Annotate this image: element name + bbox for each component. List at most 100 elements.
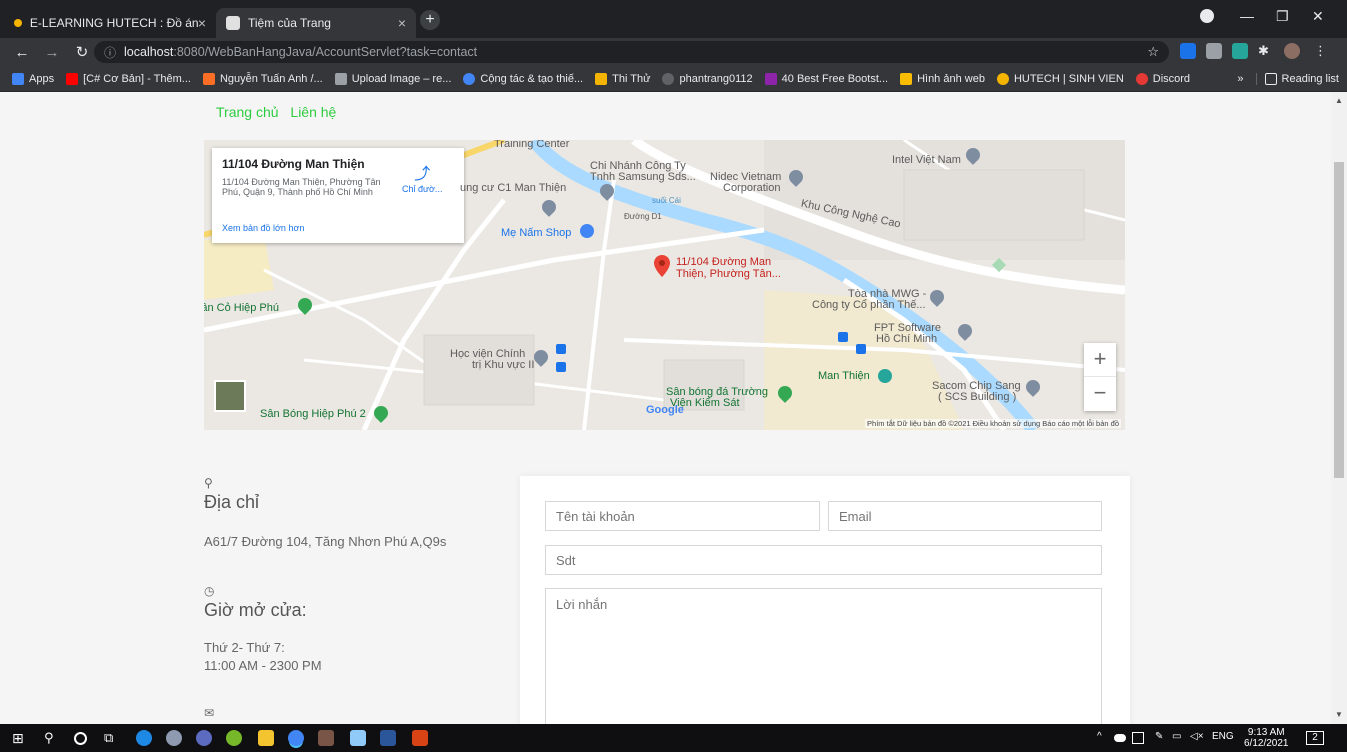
contact-form: [520, 476, 1130, 724]
search-icon[interactable]: ⚲: [44, 730, 60, 746]
upload-icon: [334, 72, 347, 85]
bookmark-item[interactable]: Upload Image – re...: [334, 72, 451, 85]
satellite-toggle[interactable]: [214, 380, 246, 412]
tab-favicon-icon: [226, 16, 240, 30]
back-icon[interactable]: ←: [14, 44, 30, 61]
close-window-icon[interactable]: ✕: [1312, 8, 1324, 25]
google-map[interactable]: 11/104 Đường Man Thiện 11/104 Đường Man …: [204, 140, 1125, 430]
zoom-control: + −: [1084, 343, 1116, 411]
page-content: Trang chủ Liên hệ 11/104 Đường Man Thiện…: [0, 92, 1331, 724]
close-tab-icon[interactable]: ×: [398, 15, 406, 31]
hutech-icon: [996, 72, 1009, 85]
app-icon[interactable]: [166, 730, 182, 746]
message-textarea[interactable]: [545, 588, 1102, 724]
bookmark-item[interactable]: 40 Best Free Bootst...: [764, 72, 888, 85]
reading-list[interactable]: Reading list: [1255, 72, 1339, 85]
app-icon[interactable]: [318, 730, 334, 746]
extension-icon[interactable]: [1180, 43, 1196, 59]
gitlab-icon: [202, 72, 215, 85]
nav-home[interactable]: Trang chủ: [216, 104, 279, 120]
address-bar[interactable]: ⓘ localhost:8080/WebBanHangJava/AccountS…: [94, 41, 1169, 63]
onedrive-icon[interactable]: [1114, 734, 1126, 742]
bus-stop-icon[interactable]: [556, 362, 566, 372]
edge-icon[interactable]: [136, 730, 152, 746]
word-icon[interactable]: [380, 730, 396, 746]
menu-kebab-icon[interactable]: ⋮: [1314, 43, 1330, 59]
youtube-icon: [66, 72, 79, 85]
task-view-icon[interactable]: ⧉: [104, 730, 120, 746]
avatar[interactable]: [1284, 43, 1300, 59]
bookmark-item[interactable]: phantrang0112: [662, 72, 753, 85]
bookmark-item[interactable]: [C# Cơ Bản] - Thêm...: [66, 72, 191, 85]
address-title: Địa chỉ: [204, 492, 260, 512]
bookmark-item[interactable]: HUTECH | SINH VIEN: [996, 72, 1124, 85]
bookmark-star-icon[interactable]: ☆: [1147, 44, 1159, 60]
apps-grid-icon: [12, 72, 24, 85]
transit-pin-icon[interactable]: [878, 369, 892, 383]
chrome-icon[interactable]: [288, 730, 304, 746]
zoom-in-button[interactable]: +: [1084, 343, 1116, 377]
map-label: Hồ Chí Minh: [876, 333, 938, 345]
bookmark-item[interactable]: Cộng tác & tạo thiế...: [463, 72, 583, 85]
more-bookmarks[interactable]: »: [1237, 73, 1243, 85]
extension-icon[interactable]: [1232, 43, 1248, 59]
network-icon[interactable]: ▭: [1172, 731, 1181, 742]
windows-start-icon[interactable]: ⊞: [12, 730, 28, 746]
bus-stop-icon[interactable]: [838, 332, 848, 342]
windows-taskbar: ⊞ ⚲ ⧉ ^ ✎ ▭ ◁× ENG 9:13 AM 6/12/2021 2: [0, 724, 1347, 752]
info-icon[interactable]: ⓘ: [104, 44, 116, 61]
bookmark-item[interactable]: Hình ảnh web: [900, 72, 985, 85]
bus-stop-icon[interactable]: [556, 344, 566, 354]
nav-contact[interactable]: Liên hệ: [290, 104, 336, 120]
app-icon[interactable]: [412, 730, 428, 746]
bookmarks-bar: Apps [C# Cơ Bản] - Thêm... Nguyễn Tuấn A…: [0, 66, 1347, 92]
close-tab-icon[interactable]: ×: [198, 15, 206, 31]
scroll-down-icon[interactable]: ▼: [1335, 710, 1343, 719]
volume-icon[interactable]: ◁×: [1190, 731, 1204, 742]
puzzle-icon[interactable]: ✱: [1258, 43, 1274, 59]
scroll-up-icon[interactable]: ▲: [1335, 96, 1343, 105]
location-pin-icon[interactable]: [654, 255, 670, 277]
pen-icon[interactable]: ✎: [1155, 731, 1163, 742]
page-scrollbar[interactable]: ▲ ▼: [1331, 92, 1347, 724]
minimize-icon[interactable]: —: [1240, 8, 1254, 24]
bookmark-item[interactable]: Discord: [1135, 72, 1190, 85]
directions-button[interactable]: ⤴ Chỉ đườ...: [402, 160, 442, 194]
file-explorer-icon[interactable]: [258, 730, 274, 746]
tray-chevron-icon[interactable]: ^: [1097, 731, 1102, 742]
map-attribution[interactable]: Phím tắt Dữ liệu bản đồ ©2021 Điều khoản…: [865, 419, 1121, 428]
bookmark-item[interactable]: Nguyễn Tuấn Anh /...: [202, 72, 323, 85]
email-input[interactable]: [828, 501, 1102, 531]
new-tab-button[interactable]: +: [420, 10, 440, 30]
notifications-icon[interactable]: 2: [1306, 731, 1324, 745]
scrollbar-thumb[interactable]: [1334, 162, 1344, 478]
forward-icon[interactable]: →: [44, 44, 60, 61]
map-label: ( SCS Building ): [938, 391, 1017, 403]
top-nav: Trang chủ Liên hệ: [216, 104, 344, 120]
reload-icon[interactable]: ↻: [74, 43, 90, 61]
cortana-icon[interactable]: [74, 732, 87, 745]
bookmark-item[interactable]: Thi Thử: [595, 72, 650, 85]
phone-input[interactable]: [545, 545, 1102, 575]
camera-extension-icon[interactable]: [1206, 43, 1222, 59]
restore-icon[interactable]: ❐: [1276, 8, 1289, 25]
tab-tiem-cua-trang[interactable]: Tiệm của Trang ×: [216, 8, 416, 38]
username-input[interactable]: [545, 501, 820, 531]
tray-app-icon[interactable]: [1132, 732, 1144, 744]
zoom-out-button[interactable]: −: [1084, 377, 1116, 411]
map-label: suối Cái: [652, 196, 681, 205]
map-place-card: 11/104 Đường Man Thiện 11/104 Đường Man …: [212, 148, 464, 243]
larger-map-link[interactable]: Xem bản đồ lớn hơn: [222, 223, 304, 233]
tab-elearning[interactable]: E-LEARNING HUTECH : Đồ án jav ×: [4, 8, 216, 38]
bootstrap-icon: [764, 72, 777, 85]
language-indicator[interactable]: ENG: [1212, 731, 1234, 742]
bus-stop-icon[interactable]: [856, 344, 866, 354]
eclipse-icon[interactable]: [226, 730, 242, 746]
bookmark-apps[interactable]: Apps: [12, 72, 54, 85]
snipping-icon[interactable]: [350, 730, 366, 746]
shop-pin-icon[interactable]: [580, 224, 594, 238]
clock[interactable]: 9:13 AM 6/12/2021: [1244, 727, 1289, 749]
profile-icon[interactable]: [1200, 9, 1214, 23]
vscode-icon[interactable]: [196, 730, 212, 746]
pin-label: 11/104 Đường Man Thiện, Phường Tân...: [676, 256, 781, 280]
